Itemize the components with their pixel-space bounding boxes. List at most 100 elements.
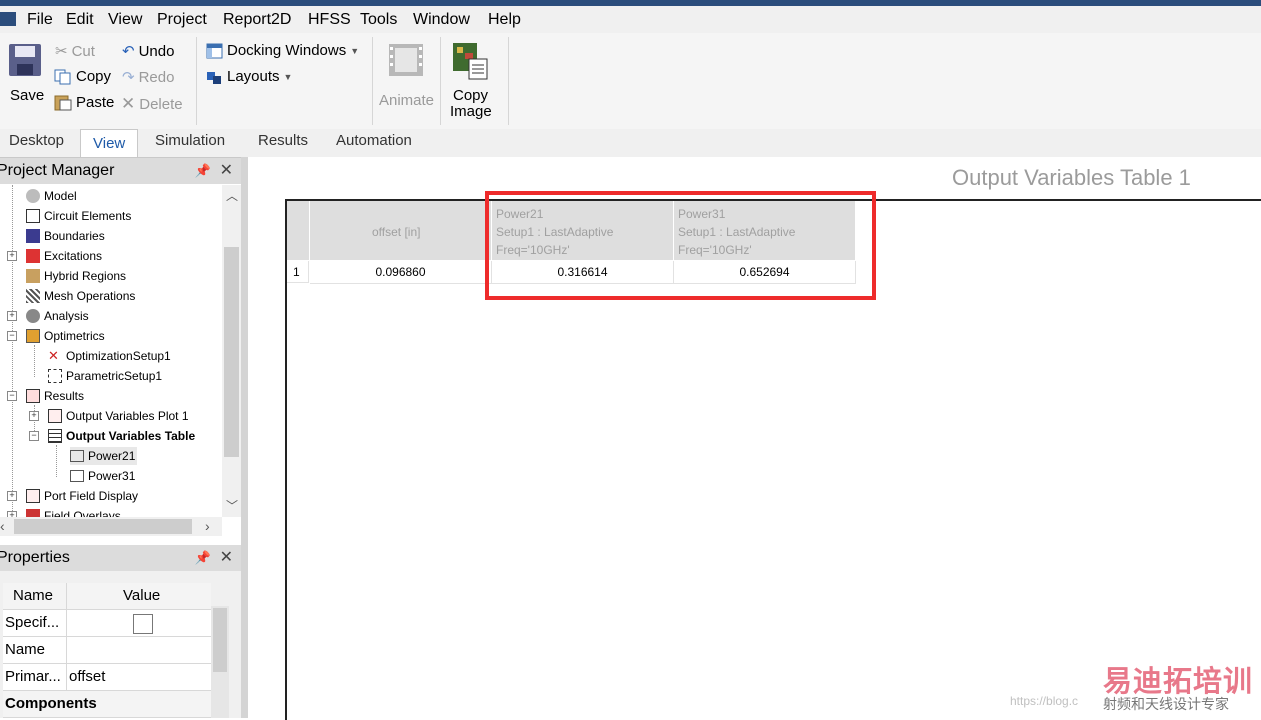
trace-icon bbox=[70, 450, 84, 462]
properties-header: Properties 📌 ✕ bbox=[0, 545, 241, 571]
header-label: offset [in] bbox=[372, 225, 421, 239]
floppy-disk-icon bbox=[9, 44, 41, 76]
tree-item-circuit-elements[interactable]: Circuit Elements bbox=[26, 207, 131, 225]
chevron-up-icon[interactable]: ︿ bbox=[226, 187, 238, 204]
tab-desktop[interactable]: Desktop bbox=[9, 132, 64, 149]
animate-button[interactable]: Animate bbox=[378, 39, 438, 111]
tree-item-hybrid-regions[interactable]: Hybrid Regions bbox=[26, 267, 126, 285]
cell-offset[interactable]: 0.096860 bbox=[310, 261, 492, 284]
tree-item-port-field-display[interactable]: Port Field Display bbox=[26, 487, 138, 505]
paste-button[interactable]: Paste bbox=[54, 94, 114, 111]
close-icon[interactable]: ✕ bbox=[220, 545, 233, 571]
tree-item-model[interactable]: Model bbox=[26, 187, 77, 205]
menu-view[interactable]: View bbox=[108, 11, 142, 29]
tree-item-field-overlays[interactable]: Field Overlays bbox=[26, 507, 121, 517]
scrollbar-thumb[interactable] bbox=[14, 519, 192, 534]
col-offset-header[interactable]: offset [in] bbox=[310, 201, 491, 260]
properties-section: Components bbox=[3, 691, 211, 718]
tree-item-analysis[interactable]: Analysis bbox=[26, 307, 89, 325]
tree-item-optimization-setup[interactable]: ✕ OptimizationSetup1 bbox=[48, 347, 171, 365]
menu-window[interactable]: Window bbox=[413, 11, 470, 29]
menu-hfss[interactable]: HFSS bbox=[308, 11, 351, 29]
mesh-icon bbox=[26, 289, 40, 303]
col-name-header: Name bbox=[13, 587, 54, 604]
tab-results[interactable]: Results bbox=[258, 132, 308, 149]
menu-project[interactable]: Project bbox=[157, 11, 207, 29]
tree-item-label: Port Field Display bbox=[44, 489, 139, 503]
port-field-icon bbox=[26, 489, 40, 503]
specify-checkbox[interactable] bbox=[133, 614, 153, 634]
table-title: Output Variables Table 1 bbox=[952, 165, 1191, 190]
save-button[interactable]: Save bbox=[4, 39, 46, 111]
chevron-down-icon: ▼ bbox=[283, 71, 293, 82]
property-row[interactable]: Specif... bbox=[3, 610, 211, 637]
tab-simulation[interactable]: Simulation bbox=[155, 132, 225, 149]
chevron-left-icon[interactable]: ‹ bbox=[0, 518, 5, 534]
menu-tools[interactable]: Tools bbox=[360, 11, 397, 29]
chevron-down-icon[interactable]: ﹀ bbox=[226, 497, 238, 514]
menu-edit[interactable]: Edit bbox=[66, 11, 94, 29]
property-row[interactable]: Name bbox=[3, 637, 211, 664]
property-name: Primar... bbox=[5, 668, 61, 685]
hybrid-icon bbox=[26, 269, 40, 283]
tree-item-power31[interactable]: Power31 bbox=[70, 467, 135, 485]
tree-item-label: ParametricSetup1 bbox=[66, 369, 163, 383]
tree-item-parametric-setup[interactable]: ParametricSetup1 bbox=[48, 367, 162, 385]
menu-report2d[interactable]: Report2D bbox=[223, 11, 291, 29]
tree-horizontal-scrollbar[interactable]: ‹ › bbox=[0, 517, 222, 536]
copy-image-button[interactable]: Copy Image bbox=[446, 39, 502, 121]
cut-button[interactable]: ✂ Cut bbox=[55, 42, 95, 61]
undo-button[interactable]: ↶ Undo bbox=[122, 42, 174, 61]
panel-splitter[interactable] bbox=[241, 157, 248, 718]
tree-line bbox=[34, 345, 35, 377]
tree-item-boundaries[interactable]: Boundaries bbox=[26, 227, 105, 245]
row-index-header bbox=[287, 201, 309, 260]
redo-button[interactable]: ↷ Redo bbox=[122, 68, 175, 87]
boundaries-icon bbox=[26, 229, 40, 243]
pin-icon[interactable]: 📌 bbox=[195, 158, 211, 184]
trace-icon bbox=[70, 470, 84, 482]
ribbon-tabs: Desktop View Simulation Results Automati… bbox=[0, 129, 1261, 158]
delete-label: Delete bbox=[139, 95, 183, 113]
column-divider bbox=[66, 583, 67, 609]
tab-automation[interactable]: Automation bbox=[336, 132, 412, 149]
chevron-right-icon[interactable]: › bbox=[205, 518, 210, 534]
collapse-icon[interactable]: − bbox=[29, 431, 39, 441]
close-icon[interactable]: ✕ bbox=[220, 158, 233, 184]
animate-label: Animate bbox=[379, 92, 435, 109]
pin-icon[interactable]: 📌 bbox=[195, 545, 211, 571]
ribbon-separator bbox=[196, 37, 197, 125]
property-row[interactable]: Primar... offset bbox=[3, 664, 211, 691]
tree-item-results[interactable]: Results bbox=[26, 387, 84, 405]
tree-item-output-variables-plot[interactable]: Output Variables Plot 1 bbox=[48, 407, 189, 425]
copy-button[interactable]: Copy bbox=[54, 68, 111, 85]
tab-view[interactable]: View bbox=[80, 129, 139, 157]
tree-item-mesh-operations[interactable]: Mesh Operations bbox=[26, 287, 135, 305]
highlight-annotation bbox=[485, 191, 876, 300]
expand-icon[interactable]: + bbox=[29, 411, 39, 421]
properties-scrollbar[interactable] bbox=[211, 606, 229, 718]
tree-item-label: Power31 bbox=[88, 469, 136, 483]
scrollbar-thumb[interactable] bbox=[224, 247, 239, 457]
scrollbar-thumb[interactable] bbox=[213, 608, 227, 672]
tree-item-output-variables-table[interactable]: Output Variables Table bbox=[48, 427, 195, 445]
expand-icon[interactable]: + bbox=[7, 251, 17, 261]
save-label: Save bbox=[10, 87, 45, 104]
model-icon bbox=[26, 189, 40, 203]
collapse-icon[interactable]: − bbox=[7, 391, 17, 401]
docking-windows-button[interactable]: Docking Windows ▼ bbox=[206, 42, 359, 59]
tree-item-optimetrics[interactable]: Optimetrics bbox=[26, 327, 105, 345]
layouts-button[interactable]: Layouts ▼ bbox=[206, 68, 292, 85]
collapse-icon[interactable]: − bbox=[7, 331, 17, 341]
project-tree: Model Circuit Elements Boundaries + Exci… bbox=[0, 185, 222, 517]
redo-label: Redo bbox=[138, 68, 175, 86]
delete-button[interactable]: ✕ Delete bbox=[121, 94, 183, 114]
expand-icon[interactable]: + bbox=[7, 491, 17, 501]
tree-item-excitations[interactable]: Excitations bbox=[26, 247, 102, 265]
property-name: Name bbox=[5, 641, 46, 658]
menu-help[interactable]: Help bbox=[488, 11, 521, 29]
menu-file[interactable]: File bbox=[27, 11, 53, 29]
tree-item-power21[interactable]: Power21 bbox=[70, 447, 138, 465]
expand-icon[interactable]: + bbox=[7, 311, 17, 321]
tree-vertical-scrollbar[interactable]: ︿ ﹀ bbox=[222, 185, 241, 517]
